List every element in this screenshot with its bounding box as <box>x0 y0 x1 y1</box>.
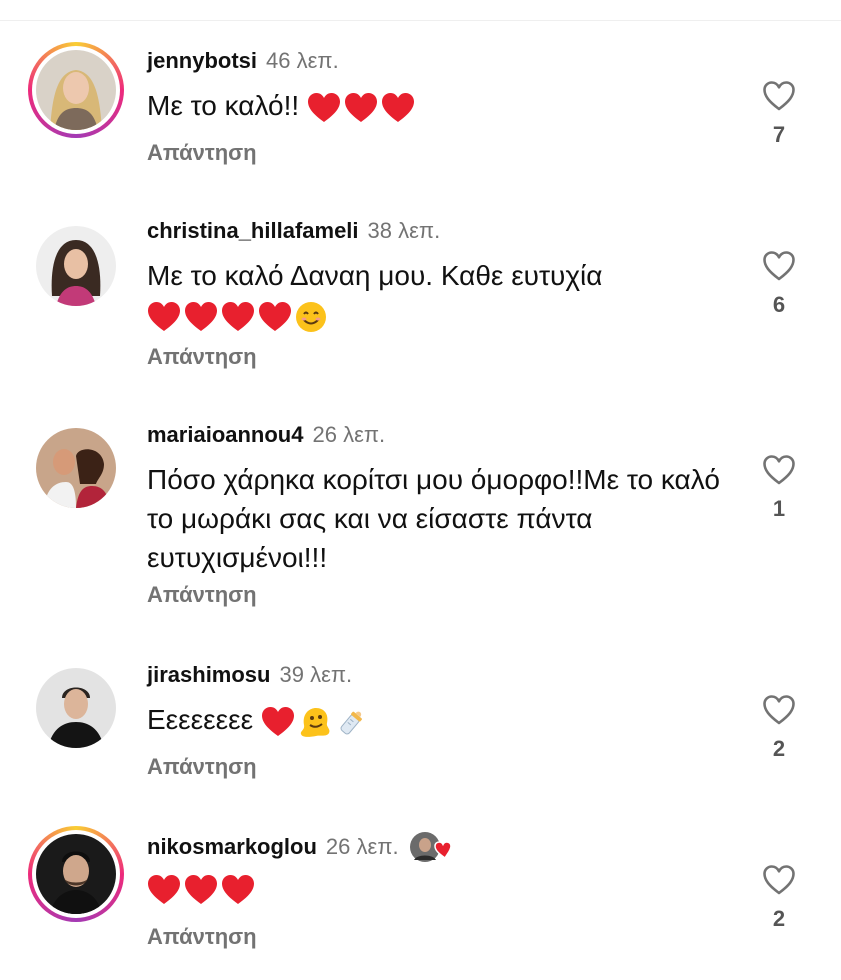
reply-button[interactable]: Απάντηση <box>147 754 257 780</box>
comment-timestamp: 26 λεπ. <box>325 834 399 859</box>
comment-text: Πόσο χάρηκα κορίτσι μου όμορφο!!Με το κα… <box>147 464 720 573</box>
comment-text: Με το καλό!! <box>147 86 737 125</box>
like-count: 7 <box>772 122 786 147</box>
comment-body: Με το καλό!! <box>147 90 300 121</box>
like-control: 7 <box>758 80 800 148</box>
emoji-group <box>147 874 258 906</box>
comment-username[interactable]: jirashimosu <box>147 662 270 688</box>
avatar <box>36 428 116 508</box>
red-heart-icon <box>148 874 180 904</box>
heart-outline-icon[interactable] <box>762 80 796 112</box>
red-heart-icon <box>261 706 294 736</box>
heart-outline-icon[interactable] <box>762 694 796 726</box>
like-count: 1 <box>772 496 786 521</box>
comment-timestamp: 46 λεπ. <box>266 48 339 73</box>
comment-username[interactable]: mariaioannou4 <box>147 422 303 448</box>
emoji-group <box>261 705 372 739</box>
red-heart-icon <box>185 301 217 331</box>
avatar <box>36 668 116 748</box>
red-heart-icon <box>381 92 414 122</box>
heart-outline-icon[interactable] <box>762 250 796 282</box>
comment-text: Με το καλό Δαναη μου. Καθε ευτυχία <box>147 256 737 334</box>
comment-text <box>147 868 737 907</box>
red-heart-icon <box>222 874 254 904</box>
comment-body: Εεεεεεεε <box>147 704 254 735</box>
avatar <box>36 50 116 130</box>
comment-timestamp: 26 λεπ. <box>312 422 386 447</box>
creator-liked-badge <box>409 830 455 864</box>
emoji-group <box>147 301 330 333</box>
comment-timestamp: 39 λεπ. <box>279 662 353 687</box>
like-count: 2 <box>772 736 786 761</box>
like-count: 6 <box>772 292 786 317</box>
red-heart-icon <box>148 301 180 331</box>
comment-username[interactable]: jennybotsi <box>147 48 257 74</box>
red-heart-icon <box>185 874 217 904</box>
comment-body: Με το καλό Δαναη μου. Καθε ευτυχία <box>147 260 603 291</box>
avatar-story-ring[interactable] <box>28 42 124 138</box>
reply-button[interactable]: Απάντηση <box>147 344 257 370</box>
avatar <box>36 834 116 914</box>
avatar <box>36 226 116 306</box>
like-control: 2 <box>758 694 800 762</box>
reply-button[interactable]: Απάντηση <box>147 582 257 608</box>
heart-outline-icon[interactable] <box>762 864 796 896</box>
comment-item: jirashimosu 39 λεπ. Εεεεεεεε Απάντηση 2 <box>0 660 841 790</box>
reply-button[interactable]: Απάντηση <box>147 140 257 166</box>
avatar-wrapper[interactable] <box>28 660 124 756</box>
emoji-group <box>307 92 418 124</box>
red-heart-icon <box>259 301 291 331</box>
like-control: 1 <box>758 454 800 522</box>
heart-outline-icon[interactable] <box>762 454 796 486</box>
smiling-face-icon <box>296 301 326 332</box>
melting-face-icon <box>300 707 330 737</box>
avatar-wrapper[interactable] <box>28 218 124 314</box>
reply-button[interactable]: Απάντηση <box>147 924 257 950</box>
like-control: 6 <box>758 250 800 318</box>
comment-item: christina_hillafameli 38 λεπ. Με το καλό… <box>0 210 841 380</box>
comment-username[interactable]: christina_hillafameli <box>147 218 359 244</box>
red-heart-icon <box>307 92 340 122</box>
comment-item: mariaioannou4 26 λεπ. Πόσο χάρηκα κορίτσ… <box>0 420 841 620</box>
comment-item: nikosmarkoglou 26 λεπ. Απάντηση 2 <box>0 826 841 966</box>
comment-text: Εεεεεεεε <box>147 700 737 739</box>
red-heart-icon <box>222 301 254 331</box>
like-control: 2 <box>758 864 800 932</box>
baby-bottle-icon <box>340 711 362 735</box>
avatar-story-ring[interactable] <box>28 826 124 922</box>
top-divider <box>0 20 841 21</box>
red-heart-icon <box>344 92 377 122</box>
red-heart-icon <box>433 841 452 860</box>
comment-username[interactable]: nikosmarkoglou <box>147 834 317 860</box>
comment-item: jennybotsi 46 λεπ. Με το καλό!! Απάντηση… <box>0 40 841 180</box>
avatar-wrapper[interactable] <box>28 420 124 516</box>
like-count: 2 <box>772 906 786 931</box>
comment-timestamp: 38 λεπ. <box>367 218 441 243</box>
